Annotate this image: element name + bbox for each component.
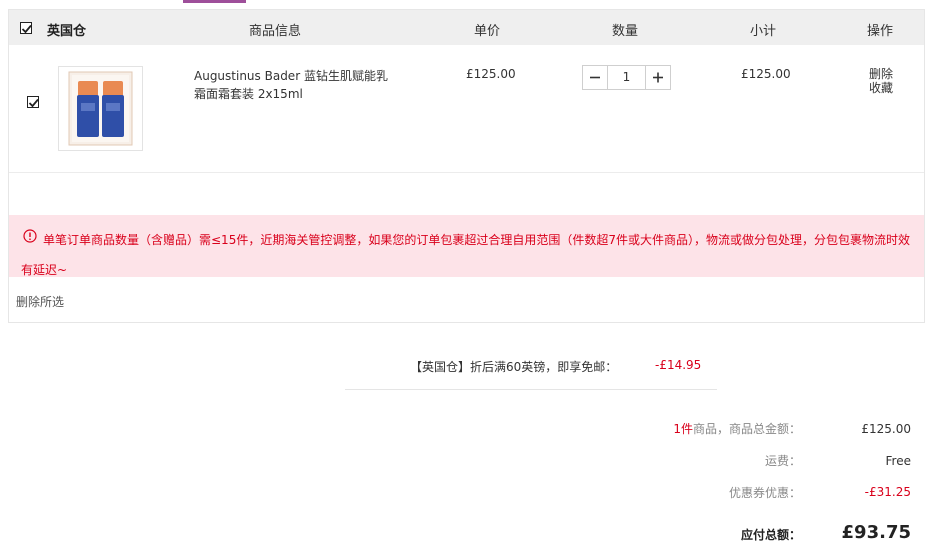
delete-selected-link[interactable]: 删除所选 [16, 293, 64, 310]
select-all-checkbox[interactable] [20, 22, 32, 34]
unit-price: £125.00 [466, 67, 516, 81]
customs-notice-text: 单笔订单商品数量（含赠品）需≤15件，近期海关管控调整，如果您的订单包裹超过合理… [21, 233, 910, 277]
column-header-actions: 操作 [867, 24, 894, 39]
coupon-discount-value: -£31.25 [864, 485, 911, 499]
active-tab-indicator [183, 0, 246, 3]
check-icon [21, 24, 32, 34]
column-header-subtotal: 小计 [750, 24, 777, 39]
item-count: 1件 [673, 422, 693, 436]
decrease-quantity-button[interactable] [583, 66, 608, 89]
column-header-product-info: 商品信息 [249, 24, 302, 39]
free-shipping-promo-value: -£14.95 [655, 358, 702, 372]
shipping-label: 运费： [764, 454, 801, 468]
goods-total-value: £125.00 [861, 422, 911, 436]
item-select-checkbox[interactable] [27, 96, 39, 108]
goods-total-label: 1件商品，商品总金额： [673, 420, 801, 437]
check-icon [28, 98, 39, 108]
total-due-label: 应付总额： [740, 528, 801, 542]
cart-panel: 英国仓 商品信息 单价 数量 小计 操作 Augustinus Bader 蓝钻… [8, 9, 925, 323]
column-header-unit-price: 单价 [474, 24, 501, 39]
product-name-link[interactable]: Augustinus Bader 蓝钻生肌赋能乳霜面霜套装 2x15ml [194, 67, 394, 103]
total-due-value: £93.75 [841, 522, 911, 543]
product-thumbnail[interactable] [58, 66, 143, 151]
free-shipping-promo-label: 【英国仓】折后满60英镑，即享免邮： [410, 360, 618, 374]
promo-divider [345, 389, 717, 390]
warehouse-label: 英国仓 [47, 24, 87, 39]
minus-icon [590, 76, 600, 79]
goods-total-label-text: 商品，商品总金额： [692, 422, 801, 436]
cart-item-row: Augustinus Bader 蓝钻生肌赋能乳霜面霜套装 2x15ml £12… [9, 45, 924, 173]
item-subtotal: £125.00 [741, 67, 791, 81]
coupon-discount-label: 优惠券优惠： [728, 486, 801, 500]
plus-icon [653, 72, 663, 83]
quantity-stepper: 1 [582, 65, 671, 90]
favorite-item-link[interactable]: 收藏 [869, 79, 893, 96]
product-image-icon [68, 71, 133, 146]
customs-notice-banner: 单笔订单商品数量（含赠品）需≤15件，近期海关管控调整，如果您的订单包裹超过合理… [9, 215, 924, 277]
cart-header-row: 英国仓 商品信息 单价 数量 小计 操作 [9, 10, 924, 45]
increase-quantity-button[interactable] [645, 66, 670, 89]
quantity-input[interactable]: 1 [608, 66, 645, 89]
shipping-value: Free [885, 454, 911, 468]
column-header-quantity: 数量 [612, 24, 639, 39]
